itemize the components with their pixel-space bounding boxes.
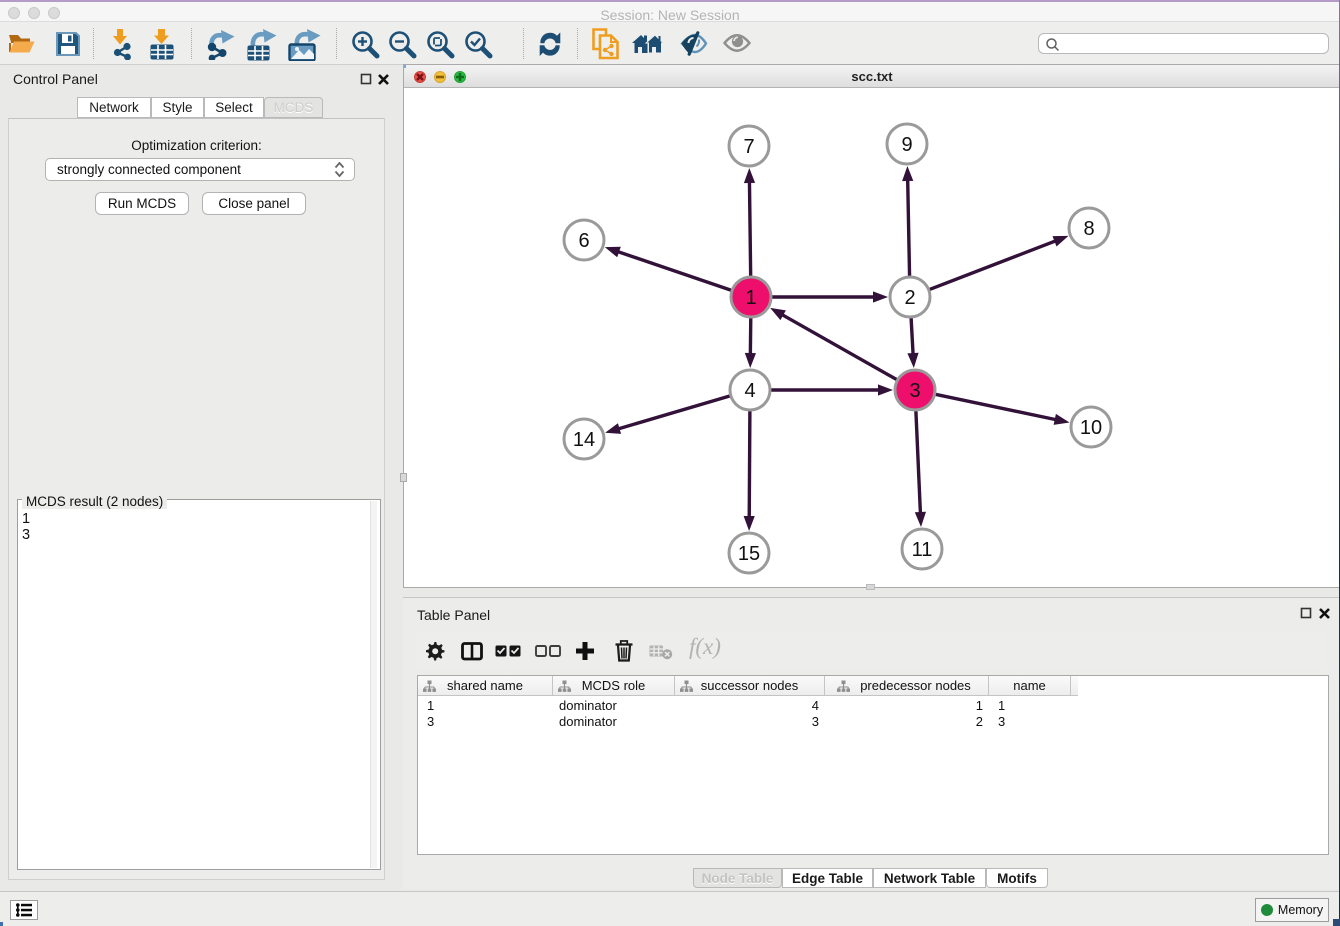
svg-text:2: 2: [904, 287, 915, 309]
svg-text:15: 15: [738, 543, 760, 565]
svg-text:7: 7: [743, 136, 754, 158]
svg-text:11: 11: [912, 539, 933, 561]
svg-text:6: 6: [578, 230, 589, 252]
svg-text:1: 1: [745, 287, 756, 309]
svg-text:14: 14: [573, 429, 595, 451]
svg-text:4: 4: [744, 380, 755, 402]
svg-text:9: 9: [901, 134, 912, 156]
svg-text:8: 8: [1083, 218, 1094, 240]
svg-text:10: 10: [1080, 417, 1102, 439]
svg-text:3: 3: [909, 380, 920, 402]
